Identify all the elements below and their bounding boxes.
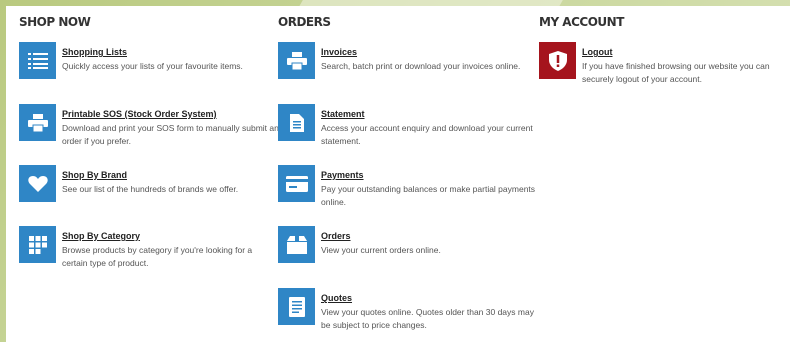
box-icon[interactable] [278, 226, 315, 263]
shop-by-category-description: Browse products by category if you're lo… [62, 245, 253, 268]
orders-description: View your current orders online. [321, 245, 441, 255]
shop-now-heading: SHOP NOW [19, 15, 91, 29]
my-account-heading: MY ACCOUNT [539, 15, 624, 29]
grid-icon[interactable] [19, 226, 56, 263]
shield-alert-icon[interactable] [539, 42, 576, 79]
logout-description: If you have finished browsing our websit… [582, 61, 770, 84]
orders-heading: ORDERS [278, 15, 331, 29]
shopping-lists-description: Quickly access your lists of your favour… [62, 61, 243, 71]
printer-icon[interactable] [19, 104, 56, 141]
printable-sos-description: Download and print your SOS form to manu… [62, 123, 279, 146]
document-icon[interactable] [278, 104, 315, 141]
shop-by-category-link[interactable]: Shop By Category [62, 231, 140, 242]
payments-description: Pay your outstanding balances or make pa… [321, 184, 536, 207]
statement-link[interactable]: Statement [321, 109, 365, 120]
heart-icon[interactable] [19, 165, 56, 202]
orders-link[interactable]: Orders [321, 231, 351, 242]
statement-description: Access your account enquiry and download… [321, 123, 533, 146]
printer-icon[interactable] [278, 42, 315, 79]
list-icon[interactable] [19, 42, 56, 79]
logout-link[interactable]: Logout [582, 47, 613, 58]
dashboard-panel: SHOP NOW Shopping Lists Quickly access y… [6, 6, 790, 342]
credit-card-icon[interactable] [278, 165, 315, 202]
shop-by-brand-link[interactable]: Shop By Brand [62, 170, 127, 181]
shop-by-brand-description: See our list of the hundreds of brands w… [62, 184, 239, 194]
quotes-description: View your quotes online. Quotes older th… [321, 307, 534, 330]
quote-document-icon[interactable] [278, 288, 315, 325]
invoices-link[interactable]: Invoices [321, 47, 357, 58]
payments-link[interactable]: Payments [321, 170, 364, 181]
shopping-lists-link[interactable]: Shopping Lists [62, 47, 127, 58]
printable-sos-link[interactable]: Printable SOS (Stock Order System) [62, 109, 217, 120]
invoices-description: Search, batch print or download your inv… [321, 61, 521, 71]
quotes-link[interactable]: Quotes [321, 293, 352, 304]
